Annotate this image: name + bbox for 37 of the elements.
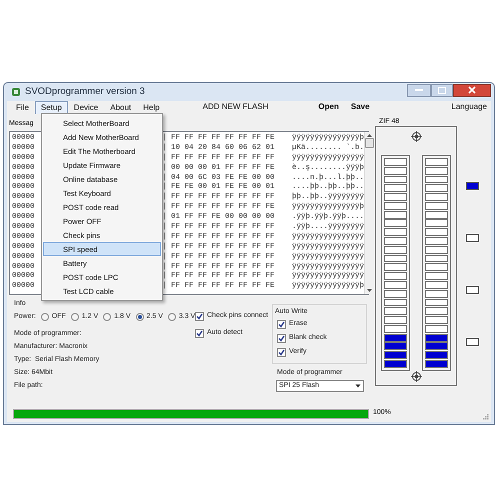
radio-button[interactable]: [40, 313, 49, 322]
menu-item[interactable]: Device: [68, 101, 104, 114]
check-icon: [196, 330, 203, 337]
language-menu[interactable]: Language: [451, 101, 487, 114]
radio-button[interactable]: [103, 313, 112, 322]
maximize-button[interactable]: [431, 84, 453, 96]
checkbox[interactable]: [277, 320, 286, 329]
resize-grip-icon: [482, 413, 489, 420]
menu-item[interactable]: Setup: [34, 101, 68, 114]
check-icon: [196, 312, 203, 320]
radio-button[interactable]: [168, 313, 176, 322]
crosshair-icon: [410, 371, 422, 382]
checkbox[interactable]: [195, 328, 204, 338]
scrollbar[interactable]: [364, 132, 374, 294]
maximize-icon: [438, 86, 446, 94]
down-arrow-icon: [366, 288, 374, 294]
radio-button[interactable]: [70, 313, 79, 322]
close-icon: [468, 86, 476, 94]
close-button[interactable]: [453, 84, 491, 96]
menu-item[interactable]: Help: [137, 101, 166, 114]
up-arrow-icon: [366, 132, 374, 138]
scroll-thumb[interactable]: [365, 138, 374, 148]
dropdown-caret-icon: [354, 382, 362, 390]
checkbox[interactable]: [195, 312, 204, 321]
minimize-button[interactable]: [407, 84, 431, 96]
toolbar-button[interactable]: ADD NEW FLASH: [202, 101, 268, 114]
toolbar-button[interactable]: Open: [318, 101, 339, 114]
minimize-icon: [415, 88, 423, 92]
menu-item[interactable]: File: [10, 101, 35, 114]
checkbox[interactable]: [277, 334, 286, 343]
crosshair-icon: [410, 131, 422, 142]
checkbox[interactable]: [277, 348, 286, 357]
radio-button[interactable]: [136, 313, 144, 322]
toolbar-button[interactable]: Save: [350, 101, 370, 114]
app-icon: [11, 87, 21, 97]
menu-item[interactable]: About: [104, 101, 138, 114]
window-title: SVODprogrammer version 3: [25, 84, 145, 99]
